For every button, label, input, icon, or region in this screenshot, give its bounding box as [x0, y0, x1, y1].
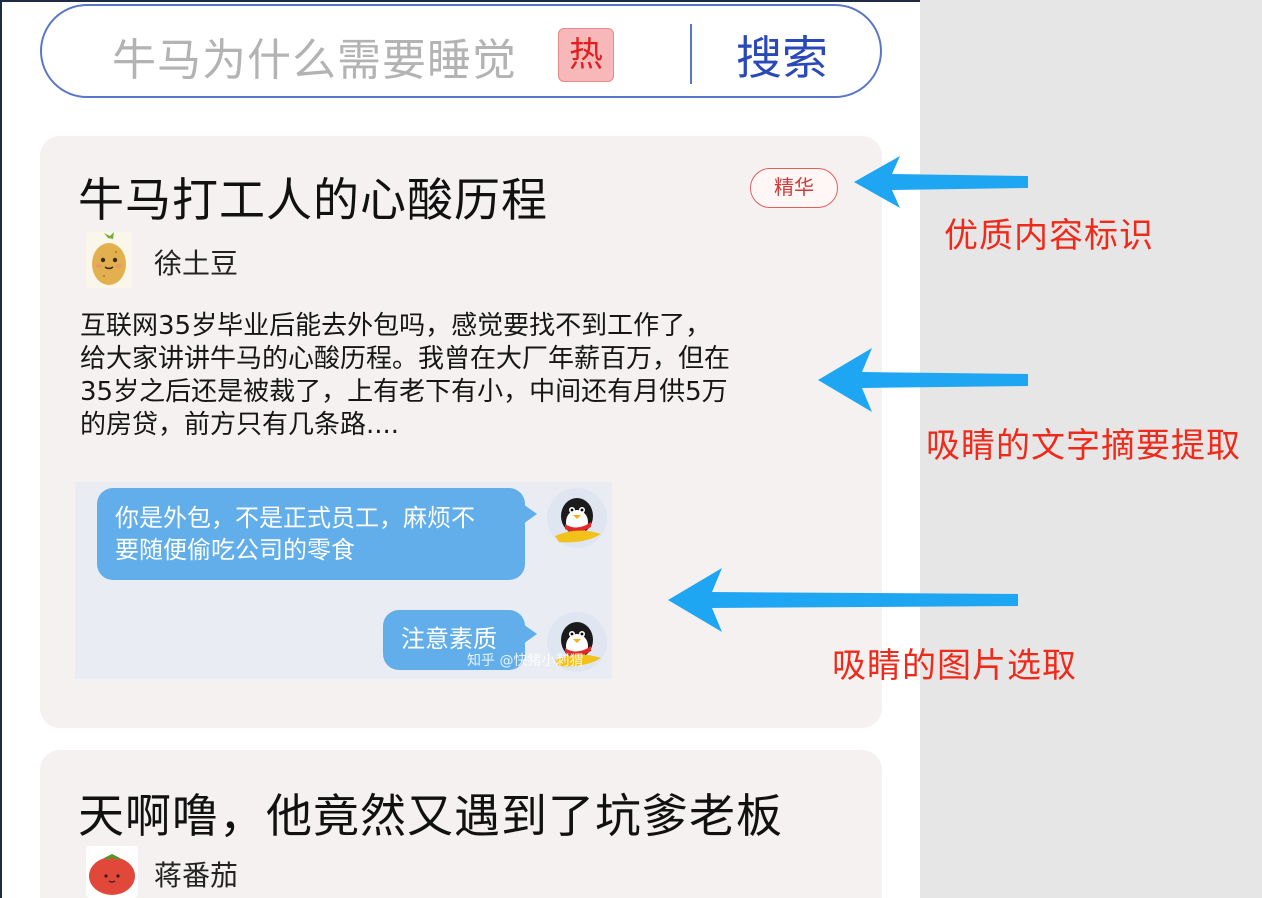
hot-badge: 热 [558, 28, 614, 82]
post-summary: 互联网35岁毕业后能去外包吗，感觉要找不到工作了， 给大家讲讲牛马的心酸历程。我… [80, 310, 820, 442]
feed-screen: 牛马为什么需要睡觉 热 搜索 牛马打工人的心酸历程 精华 徐土豆 互联网35岁毕… [0, 0, 920, 898]
search-input[interactable]: 牛马为什么需要睡觉 [112, 24, 517, 88]
penguin-avatar-icon [545, 486, 609, 550]
essence-badge: 精华 [750, 168, 838, 208]
chat-bubble: 你是外包，不是正式员工，麻烦不 要随便偷吃公司的零食 [97, 488, 525, 580]
summary-line: 的房贷，前方只有几条路.... [80, 410, 400, 440]
chat-message-line: 你是外包，不是正式员工，麻烦不 [115, 504, 475, 532]
summary-line: 互联网35岁毕业后能去外包吗，感觉要找不到工作了， [80, 311, 712, 341]
summary-line: 35岁之后还是被裁了，上有老下有小，中间还有月供5万 [80, 377, 728, 407]
author-name[interactable]: 徐土豆 [154, 242, 238, 282]
annotation-summary-label: 吸睛的文字摘要提取 [926, 426, 1241, 466]
search-bar[interactable]: 牛马为什么需要睡觉 热 搜索 [40, 4, 882, 98]
annotation-image-label: 吸睛的图片选取 [832, 646, 1077, 686]
annotation-quality-label: 优质内容标识 [944, 216, 1154, 256]
arrow-left-icon [668, 568, 1018, 632]
post-image[interactable]: 你是外包，不是正式员工，麻烦不 要随便偷吃公司的零食 注意素质 知乎 @快猪小刺… [75, 482, 612, 679]
image-watermark: 知乎 @快猪小刺猬 [467, 653, 584, 669]
potato-avatar-icon[interactable] [86, 232, 132, 288]
tomato-avatar-icon[interactable] [86, 846, 138, 898]
feed-card[interactable]: 天啊噜，他竟然又遇到了坑爹老板 蒋番茄 [40, 750, 882, 898]
card-title[interactable]: 牛马打工人的心酸历程 [78, 164, 548, 230]
card-title[interactable]: 天啊噜，他竟然又遇到了坑爹老板 [78, 780, 783, 846]
bubble-tail [523, 624, 537, 644]
search-button[interactable]: 搜索 [736, 22, 828, 88]
bubble-tail [523, 504, 537, 524]
arrow-left-icon [818, 348, 1028, 412]
chat-message-line: 要随便偷吃公司的零食 [115, 536, 355, 564]
feed-card[interactable]: 牛马打工人的心酸历程 精华 徐土豆 互联网35岁毕业后能去外包吗，感觉要找不到工… [40, 136, 882, 728]
author-name[interactable]: 蒋番茄 [154, 854, 238, 894]
summary-line: 给大家讲讲牛马的心酸历程。我曾在大厂年薪百万，但在 [80, 344, 731, 374]
search-divider [690, 24, 692, 84]
arrow-left-icon [854, 156, 1028, 208]
